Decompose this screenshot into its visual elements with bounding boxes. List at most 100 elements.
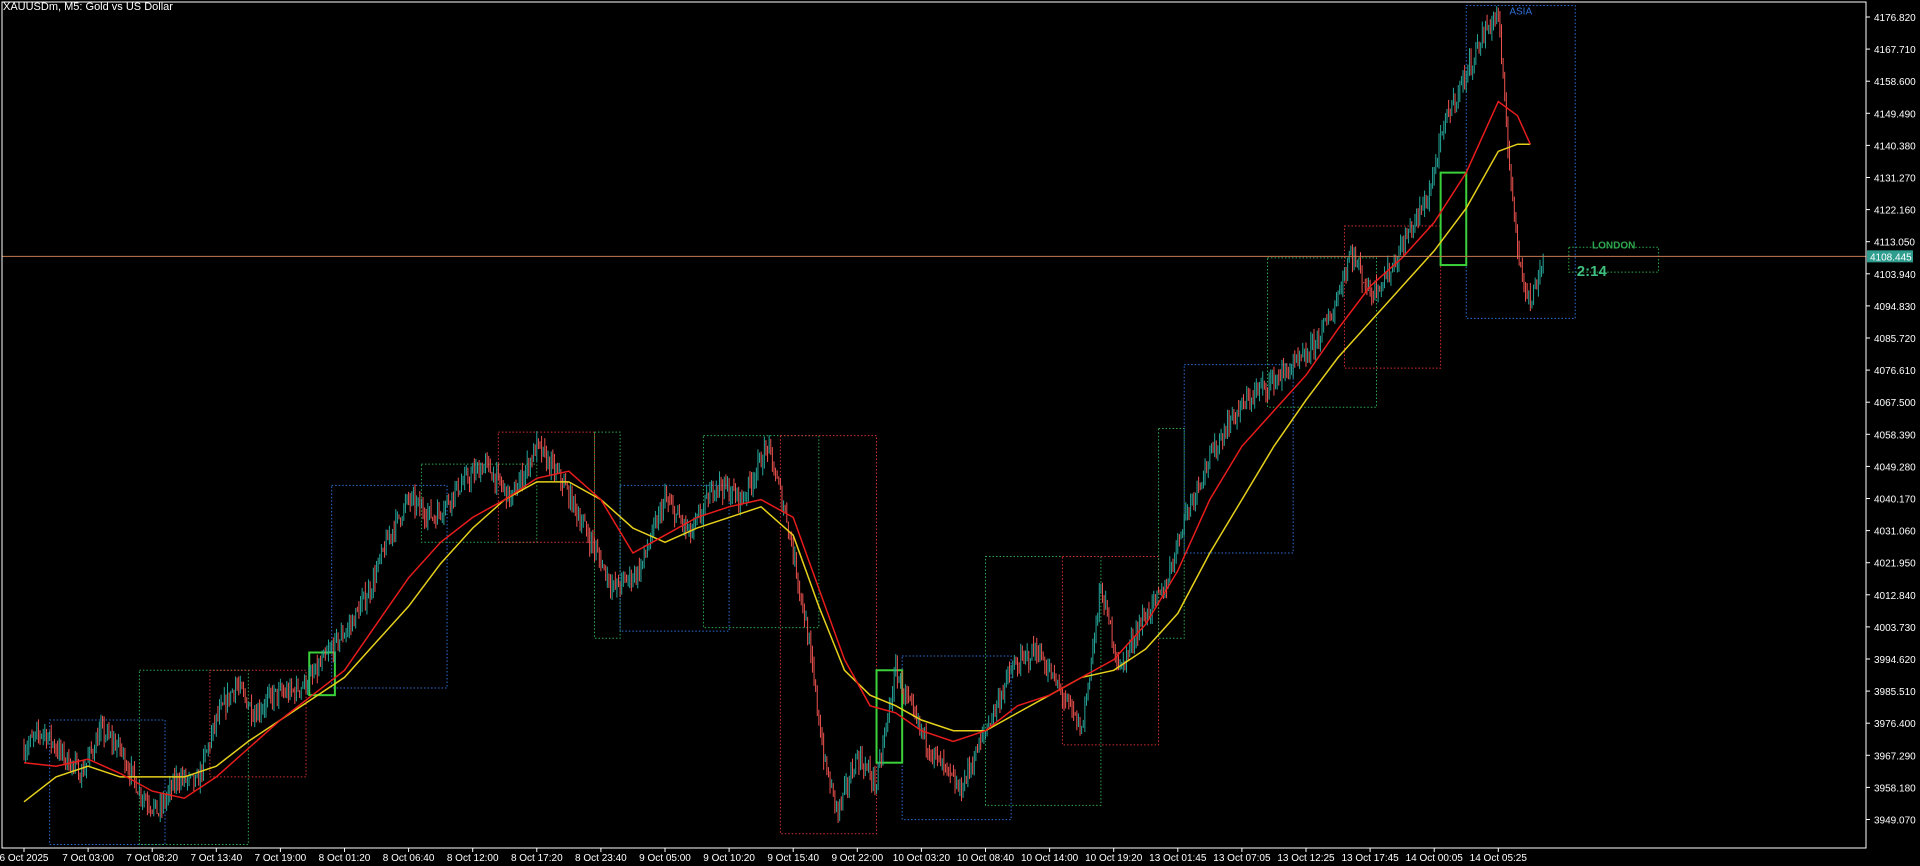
price-tick-label: 3994.620 xyxy=(1874,655,1916,666)
highlight-box xyxy=(1439,171,1468,267)
price-tick-label: 4103.940 xyxy=(1874,270,1916,281)
time-tick: 9 Oct 15:40 xyxy=(767,848,819,864)
price-tick: 3994.620 xyxy=(1866,655,1916,666)
session-box-green xyxy=(985,556,1102,806)
price-tick: 4103.940 xyxy=(1866,270,1916,281)
time-tick: 8 Oct 06:40 xyxy=(383,848,435,864)
price-tick: 4176.820 xyxy=(1866,13,1916,24)
price-tick-label: 4149.490 xyxy=(1874,109,1916,120)
time-tick: 13 Oct 12:25 xyxy=(1277,848,1335,864)
price-tick-label: 4176.820 xyxy=(1874,13,1916,24)
price-tick-label: 4085.720 xyxy=(1874,334,1916,345)
time-tick: 14 Oct 00:05 xyxy=(1406,848,1464,864)
price-tick-label: 4012.840 xyxy=(1874,591,1916,602)
price-tick: 4012.840 xyxy=(1866,591,1916,602)
price-tick: 4131.270 xyxy=(1866,174,1916,185)
time-tick: 10 Oct 08:40 xyxy=(957,848,1015,864)
price-tick: 3985.510 xyxy=(1866,687,1916,698)
price-tick: 4140.380 xyxy=(1866,141,1916,152)
price-tick: 4040.170 xyxy=(1866,495,1916,506)
price-tick-label: 4113.050 xyxy=(1874,238,1915,249)
time-tick-label: 8 Oct 17:20 xyxy=(511,853,563,864)
price-tick-label: 4003.730 xyxy=(1874,623,1916,634)
time-tick-label: 13 Oct 01:45 xyxy=(1149,853,1207,864)
time-tick-label: 14 Oct 00:05 xyxy=(1406,853,1464,864)
london-label: LONDON xyxy=(1592,240,1635,251)
time-tick: 6 Oct 2025 xyxy=(0,848,49,864)
price-tick: 4049.280 xyxy=(1866,462,1916,473)
price-tick: 4058.390 xyxy=(1866,430,1916,441)
time-tick-label: 7 Oct 13:40 xyxy=(190,853,242,864)
candles xyxy=(23,6,1544,824)
time-tick: 9 Oct 10:20 xyxy=(703,848,755,864)
time-tick-label: 10 Oct 19:20 xyxy=(1085,853,1143,864)
price-tick: 4094.830 xyxy=(1866,302,1916,313)
time-tick-label: 8 Oct 01:20 xyxy=(319,853,371,864)
price-tick-label: 4049.280 xyxy=(1874,462,1916,473)
price-tick-label: 3976.400 xyxy=(1874,719,1916,730)
time-tick-label: 10 Oct 14:00 xyxy=(1021,853,1079,864)
session-box-blue xyxy=(1183,364,1294,554)
price-tick: 4167.710 xyxy=(1866,45,1916,56)
time-tick: 13 Oct 01:45 xyxy=(1149,848,1207,864)
price-tick: 3949.070 xyxy=(1866,816,1916,827)
price-tick-label: 4031.060 xyxy=(1874,527,1916,538)
session-box-green xyxy=(1158,428,1185,639)
price-tick-label: 4040.170 xyxy=(1874,495,1916,506)
price-tick: 4158.600 xyxy=(1866,77,1916,88)
price-tick-label: 4021.950 xyxy=(1874,559,1916,570)
session-box-blue xyxy=(1465,5,1576,319)
time-tick-label: 9 Oct 22:00 xyxy=(831,853,883,864)
price-tick-label: 4067.500 xyxy=(1874,398,1916,409)
price-tick-label: 4076.610 xyxy=(1874,366,1916,377)
price-tick-label: 3967.290 xyxy=(1874,751,1916,762)
price-tick-label: 4058.390 xyxy=(1874,430,1916,441)
time-tick: 13 Oct 17:45 xyxy=(1341,848,1399,864)
ma-fast-line xyxy=(23,100,1531,800)
session-box-blue xyxy=(901,655,1012,821)
time-tick-label: 8 Oct 23:40 xyxy=(575,853,627,864)
price-tick-label: 4158.600 xyxy=(1874,77,1916,88)
time-tick-label: 9 Oct 15:40 xyxy=(767,853,819,864)
time-tick-label: 13 Oct 17:45 xyxy=(1341,853,1399,864)
time-tick-label: 10 Oct 08:40 xyxy=(957,853,1015,864)
price-tick-label: 4131.270 xyxy=(1874,174,1916,185)
time-tick: 7 Oct 19:00 xyxy=(255,848,307,864)
time-tick-label: 13 Oct 07:05 xyxy=(1213,853,1271,864)
axes: 4176.820 4167.710 4158.600 4149.490 4140.380… xyxy=(0,1,1916,864)
price-tick-label: 4167.710 xyxy=(1874,45,1916,56)
price-tick-label: 4140.380 xyxy=(1874,141,1916,152)
time-tick: 14 Oct 05:25 xyxy=(1470,848,1527,864)
session-box-green xyxy=(138,669,249,845)
time-tick: 8 Oct 01:20 xyxy=(319,848,371,864)
time-tick-label: 9 Oct 05:00 xyxy=(639,853,691,864)
price-tick-label: 4094.830 xyxy=(1874,302,1916,313)
price-tick-label: 3958.180 xyxy=(1874,783,1916,794)
price-tick: 3967.290 xyxy=(1866,751,1916,762)
time-tick: 13 Oct 07:05 xyxy=(1213,848,1271,864)
price-tick: 4076.610 xyxy=(1866,366,1916,377)
price-tick: 3976.400 xyxy=(1866,719,1916,730)
time-tick: 9 Oct 05:00 xyxy=(639,848,691,864)
time-tick-label: 7 Oct 08:20 xyxy=(126,853,178,864)
time-tick: 7 Oct 08:20 xyxy=(126,848,178,864)
time-tick-label: 13 Oct 12:25 xyxy=(1277,853,1335,864)
price-tick-label: 3985.510 xyxy=(1874,687,1916,698)
time-tick-label: 10 Oct 03:20 xyxy=(893,853,951,864)
time-tick-label: 8 Oct 06:40 xyxy=(383,853,435,864)
candle-timer: 2:14 xyxy=(1577,263,1608,280)
session-box-green xyxy=(593,431,621,639)
time-tick: 10 Oct 03:20 xyxy=(893,848,951,864)
time-tick-label: 7 Oct 19:00 xyxy=(255,853,307,864)
price-tick: 4122.160 xyxy=(1866,206,1916,217)
price-tick-label: 3949.070 xyxy=(1874,816,1916,827)
price-tick: 4085.720 xyxy=(1866,334,1916,345)
price-tick-label: 4122.160 xyxy=(1874,206,1916,217)
moving-averages xyxy=(23,100,1531,803)
price-tick: 3958.180 xyxy=(1866,783,1916,794)
asia-label: ASIA xyxy=(1509,7,1532,18)
chart-canvas[interactable]: ASIALONDON2:14 4176.8204167.7104158.6004… xyxy=(0,0,1920,866)
time-tick: 8 Oct 17:20 xyxy=(511,848,563,864)
time-tick: 8 Oct 12:00 xyxy=(447,848,499,864)
price-tick: 4031.060 xyxy=(1866,527,1916,538)
